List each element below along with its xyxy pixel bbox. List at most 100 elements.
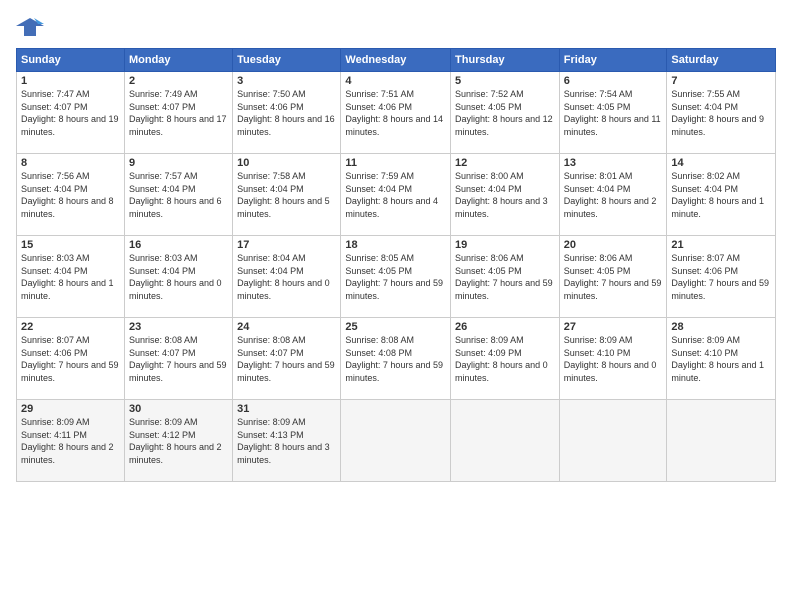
day-number: 16 [129,239,228,251]
day-number: 21 [671,239,771,251]
calendar-cell: 9 Sunrise: 7:57 AMSunset: 4:04 PMDayligh… [124,154,232,236]
calendar-cell: 19 Sunrise: 8:06 AMSunset: 4:05 PMDaylig… [451,236,560,318]
day-number: 13 [564,157,663,169]
calendar-cell: 5 Sunrise: 7:52 AMSunset: 4:05 PMDayligh… [451,72,560,154]
day-number: 20 [564,239,663,251]
day-number: 8 [21,157,120,169]
day-info: Sunrise: 8:08 AMSunset: 4:07 PMDaylight:… [129,334,228,384]
day-info: Sunrise: 7:56 AMSunset: 4:04 PMDaylight:… [21,170,120,220]
weekday-header: Monday [124,49,232,72]
calendar-cell: 26 Sunrise: 8:09 AMSunset: 4:09 PMDaylig… [451,318,560,400]
day-number: 31 [237,403,336,415]
day-number: 10 [237,157,336,169]
day-info: Sunrise: 7:47 AMSunset: 4:07 PMDaylight:… [21,88,120,138]
day-info: Sunrise: 7:51 AMSunset: 4:06 PMDaylight:… [345,88,446,138]
day-number: 7 [671,75,771,87]
day-number: 2 [129,75,228,87]
calendar-cell: 29 Sunrise: 8:09 AMSunset: 4:11 PMDaylig… [17,400,125,482]
calendar-week-row: 15 Sunrise: 8:03 AMSunset: 4:04 PMDaylig… [17,236,776,318]
logo-icon [16,16,44,38]
calendar-cell: 23 Sunrise: 8:08 AMSunset: 4:07 PMDaylig… [124,318,232,400]
calendar-cell [341,400,451,482]
calendar-cell: 12 Sunrise: 8:00 AMSunset: 4:04 PMDaylig… [451,154,560,236]
calendar-cell: 7 Sunrise: 7:55 AMSunset: 4:04 PMDayligh… [667,72,776,154]
calendar-week-row: 1 Sunrise: 7:47 AMSunset: 4:07 PMDayligh… [17,72,776,154]
day-info: Sunrise: 8:03 AMSunset: 4:04 PMDaylight:… [129,252,228,302]
day-info: Sunrise: 8:06 AMSunset: 4:05 PMDaylight:… [455,252,555,302]
day-info: Sunrise: 7:59 AMSunset: 4:04 PMDaylight:… [345,170,446,220]
day-info: Sunrise: 8:00 AMSunset: 4:04 PMDaylight:… [455,170,555,220]
logo [16,16,48,38]
day-info: Sunrise: 8:08 AMSunset: 4:07 PMDaylight:… [237,334,336,384]
calendar-cell: 8 Sunrise: 7:56 AMSunset: 4:04 PMDayligh… [17,154,125,236]
calendar-cell: 25 Sunrise: 8:08 AMSunset: 4:08 PMDaylig… [341,318,451,400]
weekday-header: Friday [559,49,667,72]
day-info: Sunrise: 7:50 AMSunset: 4:06 PMDaylight:… [237,88,336,138]
day-number: 11 [345,157,446,169]
calendar-cell [451,400,560,482]
calendar-header-row: SundayMondayTuesdayWednesdayThursdayFrid… [17,49,776,72]
day-info: Sunrise: 8:07 AMSunset: 4:06 PMDaylight:… [671,252,771,302]
day-info: Sunrise: 8:08 AMSunset: 4:08 PMDaylight:… [345,334,446,384]
calendar-cell: 14 Sunrise: 8:02 AMSunset: 4:04 PMDaylig… [667,154,776,236]
day-number: 5 [455,75,555,87]
calendar-cell: 21 Sunrise: 8:07 AMSunset: 4:06 PMDaylig… [667,236,776,318]
day-number: 4 [345,75,446,87]
calendar-cell: 28 Sunrise: 8:09 AMSunset: 4:10 PMDaylig… [667,318,776,400]
calendar-cell: 31 Sunrise: 8:09 AMSunset: 4:13 PMDaylig… [233,400,341,482]
calendar-week-row: 8 Sunrise: 7:56 AMSunset: 4:04 PMDayligh… [17,154,776,236]
day-number: 28 [671,321,771,333]
calendar-cell: 15 Sunrise: 8:03 AMSunset: 4:04 PMDaylig… [17,236,125,318]
day-number: 12 [455,157,555,169]
weekday-header: Thursday [451,49,560,72]
calendar-cell [559,400,667,482]
day-info: Sunrise: 8:04 AMSunset: 4:04 PMDaylight:… [237,252,336,302]
calendar-cell: 3 Sunrise: 7:50 AMSunset: 4:06 PMDayligh… [233,72,341,154]
day-info: Sunrise: 8:09 AMSunset: 4:09 PMDaylight:… [455,334,555,384]
calendar-cell: 13 Sunrise: 8:01 AMSunset: 4:04 PMDaylig… [559,154,667,236]
day-info: Sunrise: 8:09 AMSunset: 4:10 PMDaylight:… [564,334,663,384]
calendar-cell: 2 Sunrise: 7:49 AMSunset: 4:07 PMDayligh… [124,72,232,154]
day-info: Sunrise: 8:09 AMSunset: 4:13 PMDaylight:… [237,416,336,466]
calendar-cell: 4 Sunrise: 7:51 AMSunset: 4:06 PMDayligh… [341,72,451,154]
calendar-cell: 22 Sunrise: 8:07 AMSunset: 4:06 PMDaylig… [17,318,125,400]
day-number: 22 [21,321,120,333]
day-info: Sunrise: 8:05 AMSunset: 4:05 PMDaylight:… [345,252,446,302]
calendar-cell: 16 Sunrise: 8:03 AMSunset: 4:04 PMDaylig… [124,236,232,318]
day-info: Sunrise: 8:09 AMSunset: 4:11 PMDaylight:… [21,416,120,466]
day-info: Sunrise: 7:49 AMSunset: 4:07 PMDaylight:… [129,88,228,138]
calendar-cell: 6 Sunrise: 7:54 AMSunset: 4:05 PMDayligh… [559,72,667,154]
calendar-cell: 18 Sunrise: 8:05 AMSunset: 4:05 PMDaylig… [341,236,451,318]
day-info: Sunrise: 8:06 AMSunset: 4:05 PMDaylight:… [564,252,663,302]
day-number: 19 [455,239,555,251]
day-info: Sunrise: 7:54 AMSunset: 4:05 PMDaylight:… [564,88,663,138]
day-number: 1 [21,75,120,87]
calendar-cell: 1 Sunrise: 7:47 AMSunset: 4:07 PMDayligh… [17,72,125,154]
calendar-week-row: 22 Sunrise: 8:07 AMSunset: 4:06 PMDaylig… [17,318,776,400]
day-number: 17 [237,239,336,251]
calendar-week-row: 29 Sunrise: 8:09 AMSunset: 4:11 PMDaylig… [17,400,776,482]
day-number: 6 [564,75,663,87]
day-info: Sunrise: 8:01 AMSunset: 4:04 PMDaylight:… [564,170,663,220]
day-number: 3 [237,75,336,87]
day-info: Sunrise: 8:02 AMSunset: 4:04 PMDaylight:… [671,170,771,220]
day-info: Sunrise: 7:55 AMSunset: 4:04 PMDaylight:… [671,88,771,138]
day-number: 27 [564,321,663,333]
day-number: 29 [21,403,120,415]
day-number: 9 [129,157,228,169]
day-number: 24 [237,321,336,333]
day-info: Sunrise: 8:09 AMSunset: 4:10 PMDaylight:… [671,334,771,384]
day-info: Sunrise: 8:09 AMSunset: 4:12 PMDaylight:… [129,416,228,466]
weekday-header: Wednesday [341,49,451,72]
day-info: Sunrise: 8:07 AMSunset: 4:06 PMDaylight:… [21,334,120,384]
day-number: 30 [129,403,228,415]
calendar-cell: 11 Sunrise: 7:59 AMSunset: 4:04 PMDaylig… [341,154,451,236]
calendar-cell: 24 Sunrise: 8:08 AMSunset: 4:07 PMDaylig… [233,318,341,400]
day-info: Sunrise: 7:52 AMSunset: 4:05 PMDaylight:… [455,88,555,138]
day-number: 18 [345,239,446,251]
calendar-cell: 30 Sunrise: 8:09 AMSunset: 4:12 PMDaylig… [124,400,232,482]
calendar-cell [667,400,776,482]
calendar-cell: 10 Sunrise: 7:58 AMSunset: 4:04 PMDaylig… [233,154,341,236]
day-number: 23 [129,321,228,333]
weekday-header: Tuesday [233,49,341,72]
